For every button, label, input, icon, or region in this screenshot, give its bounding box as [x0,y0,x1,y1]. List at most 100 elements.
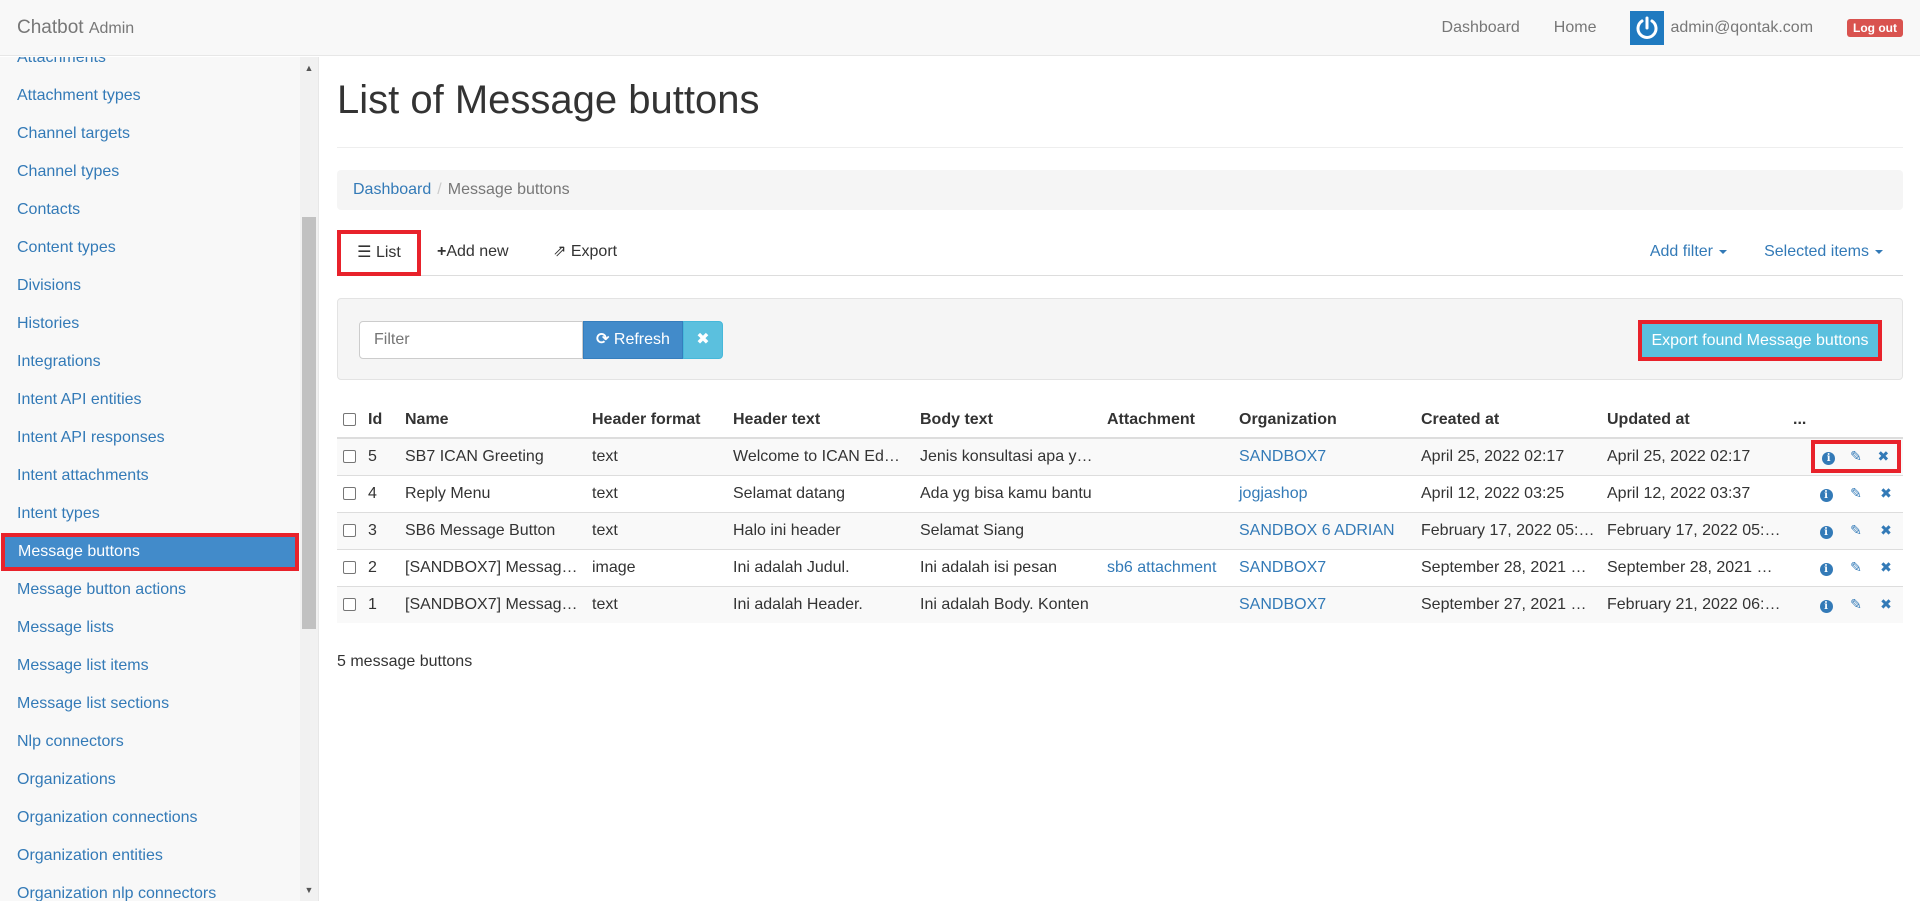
cell-organization[interactable]: SANDBOX7 [1233,548,1415,586]
cell-organization[interactable]: SANDBOX 6 ADRIAN [1233,511,1415,549]
scroll-up-icon[interactable]: ▲ [304,63,314,73]
select-all-checkbox[interactable] [343,412,356,426]
cell-organization[interactable]: SANDBOX7 [1233,437,1415,475]
cell-attachment[interactable] [1101,585,1233,623]
scroll-down-icon[interactable]: ▼ [304,885,314,895]
col-id[interactable]: Id [362,402,399,439]
cell-attachment[interactable] [1101,474,1233,512]
tab-list-label: List [375,244,401,261]
delete-icon[interactable]: ✖ [1877,559,1895,576]
sidebar-item-nlp-connectors[interactable]: Nlp connectors [0,723,300,761]
delete-icon[interactable]: ✖ [1877,522,1895,539]
col-body-text[interactable]: Body text [914,402,1101,439]
sidebar-item-attachments[interactable]: Attachments [0,57,300,77]
cell-attachment[interactable] [1101,511,1233,549]
nav-home-link[interactable]: Home [1554,19,1597,37]
nav-right: Dashboard Home admin@qontak.com Log out [1442,0,1920,56]
sidebar-item-organization-connections[interactable]: Organization connections [0,799,300,837]
cell-header-format: image [586,548,727,586]
cell-attachment[interactable]: sb6 attachment [1101,548,1233,586]
sidebar-item-contacts[interactable]: Contacts [0,191,300,229]
sidebar-item-attachment-types[interactable]: Attachment types [0,77,300,115]
info-icon[interactable]: i [1817,522,1835,539]
sidebar-item-message-button-actions[interactable]: Message button actions [0,571,300,609]
cell-attachment[interactable] [1101,437,1233,475]
pencil-icon[interactable]: ✎ [1847,485,1865,502]
sidebar-item-organization-entities[interactable]: Organization entities [0,837,300,875]
cell-organization[interactable]: jogjashop [1233,474,1415,512]
info-icon[interactable]: i [1817,485,1835,502]
cell-created-at: February 17, 2022 05:18 [1415,511,1601,549]
col-updated-at[interactable]: Updated at [1601,402,1787,439]
row-checkbox[interactable] [343,598,356,612]
cell-id: 3 [362,511,399,549]
col-more[interactable]: ... [1787,402,1809,439]
clear-filter-button[interactable]: ✖ [683,321,723,359]
sidebar-item-integrations[interactable]: Integrations [0,343,300,381]
col-header-format[interactable]: Header format [586,402,727,439]
table-row: 3 SB6 Message Button text Halo ini header Se… [337,511,1903,549]
sidebar-item-intent-attachments[interactable]: Intent attachments [0,457,300,495]
add-filter-dropdown[interactable]: Add filter [1650,230,1727,274]
sidebar-item-intent-api-entities[interactable]: Intent API entities [0,381,300,419]
delete-icon[interactable]: ✖ [1874,448,1892,465]
sidebar-item-intent-api-responses[interactable]: Intent API responses [0,419,300,457]
table-row: 2[SANDBOX7] Message ButtonimageIni adala… [337,548,1903,586]
sidebar-item-divisions[interactable]: Divisions [0,267,300,305]
sidebar-item-message-buttons[interactable]: Message buttons [1,533,299,571]
table-row: 1[SANDBOX7] Message ButtontextIni adalah… [337,585,1903,623]
logout-button[interactable]: Log out [1847,19,1903,37]
sidebar-item-message-list-items[interactable]: Message list items [0,647,300,685]
user-email: admin@qontak.com [1670,19,1814,36]
refresh-label: Refresh [613,331,670,348]
col-attachment[interactable]: Attachment [1101,402,1233,439]
filter-input[interactable] [359,321,583,359]
pencil-icon[interactable]: ✎ [1847,522,1865,539]
scrollbar-thumb[interactable] [302,217,316,629]
sidebar-item-message-list-sections[interactable]: Message list sections [0,685,300,723]
cell-organization[interactable]: SANDBOX7 [1233,585,1415,623]
sidebar-item-organization-nlp-connectors[interactable]: Organization nlp connectors [0,875,300,901]
user-menu[interactable]: admin@qontak.com [1630,11,1813,45]
sidebar-item-organizations[interactable]: Organizations [0,761,300,799]
sidebar-scrollbar[interactable]: ▲ ▼ [300,57,318,901]
row-checkbox[interactable] [343,523,356,537]
cell-created-at: September 27, 2021 06:00 [1415,585,1601,623]
row-checkbox[interactable] [343,560,356,574]
export-found-button[interactable]: Export found Message buttons [1638,320,1882,361]
pencil-icon[interactable]: ✎ [1847,596,1865,613]
selected-items-dropdown[interactable]: Selected items [1764,230,1883,274]
cell-body-text: Selamat Siang [914,511,1101,549]
sidebar-item-intent-types[interactable]: Intent types [0,495,300,533]
info-icon[interactable]: i [1817,559,1835,576]
tab-list[interactable]: ☰ List [337,230,421,276]
sidebar-list: Attachments Attachment types Channel targe… [0,57,300,901]
tab-add-new[interactable]: +Add new [437,230,509,276]
cell-name: [SANDBOX7] Message Button [399,585,586,623]
nav-dashboard-link[interactable]: Dashboard [1442,19,1520,37]
sidebar-item-channel-targets[interactable]: Channel targets [0,115,300,153]
breadcrumb-dashboard[interactable]: Dashboard [353,181,431,198]
cell-body-text: Ini adalah isi pesan [914,548,1101,586]
sidebar-item-channel-types[interactable]: Channel types [0,153,300,191]
col-name[interactable]: Name [399,402,586,439]
row-checkbox[interactable] [343,450,356,464]
cell-header-format: text [586,585,727,623]
col-organization[interactable]: Organization [1233,402,1415,439]
info-icon[interactable]: i [1820,448,1838,466]
refresh-button[interactable]: ⟳ Refresh [583,321,683,359]
brand[interactable]: Chatbot Admin [17,17,134,39]
row-checkbox[interactable] [343,486,356,500]
add-filter-label: Add filter [1649,243,1713,260]
pencil-icon[interactable]: ✎ [1847,559,1865,576]
info-icon[interactable]: i [1817,596,1835,614]
pencil-icon[interactable]: ✎ [1847,448,1865,465]
col-header-text[interactable]: Header text [727,402,914,439]
delete-icon[interactable]: ✖ [1877,485,1895,502]
sidebar-item-content-types[interactable]: Content types [0,229,300,267]
sidebar-item-message-lists[interactable]: Message lists [0,609,300,647]
sidebar-item-histories[interactable]: Histories [0,305,300,343]
col-created-at[interactable]: Created at [1415,402,1601,439]
delete-icon[interactable]: ✖ [1877,596,1895,613]
tab-export[interactable]: ⇗ Export [553,230,617,276]
